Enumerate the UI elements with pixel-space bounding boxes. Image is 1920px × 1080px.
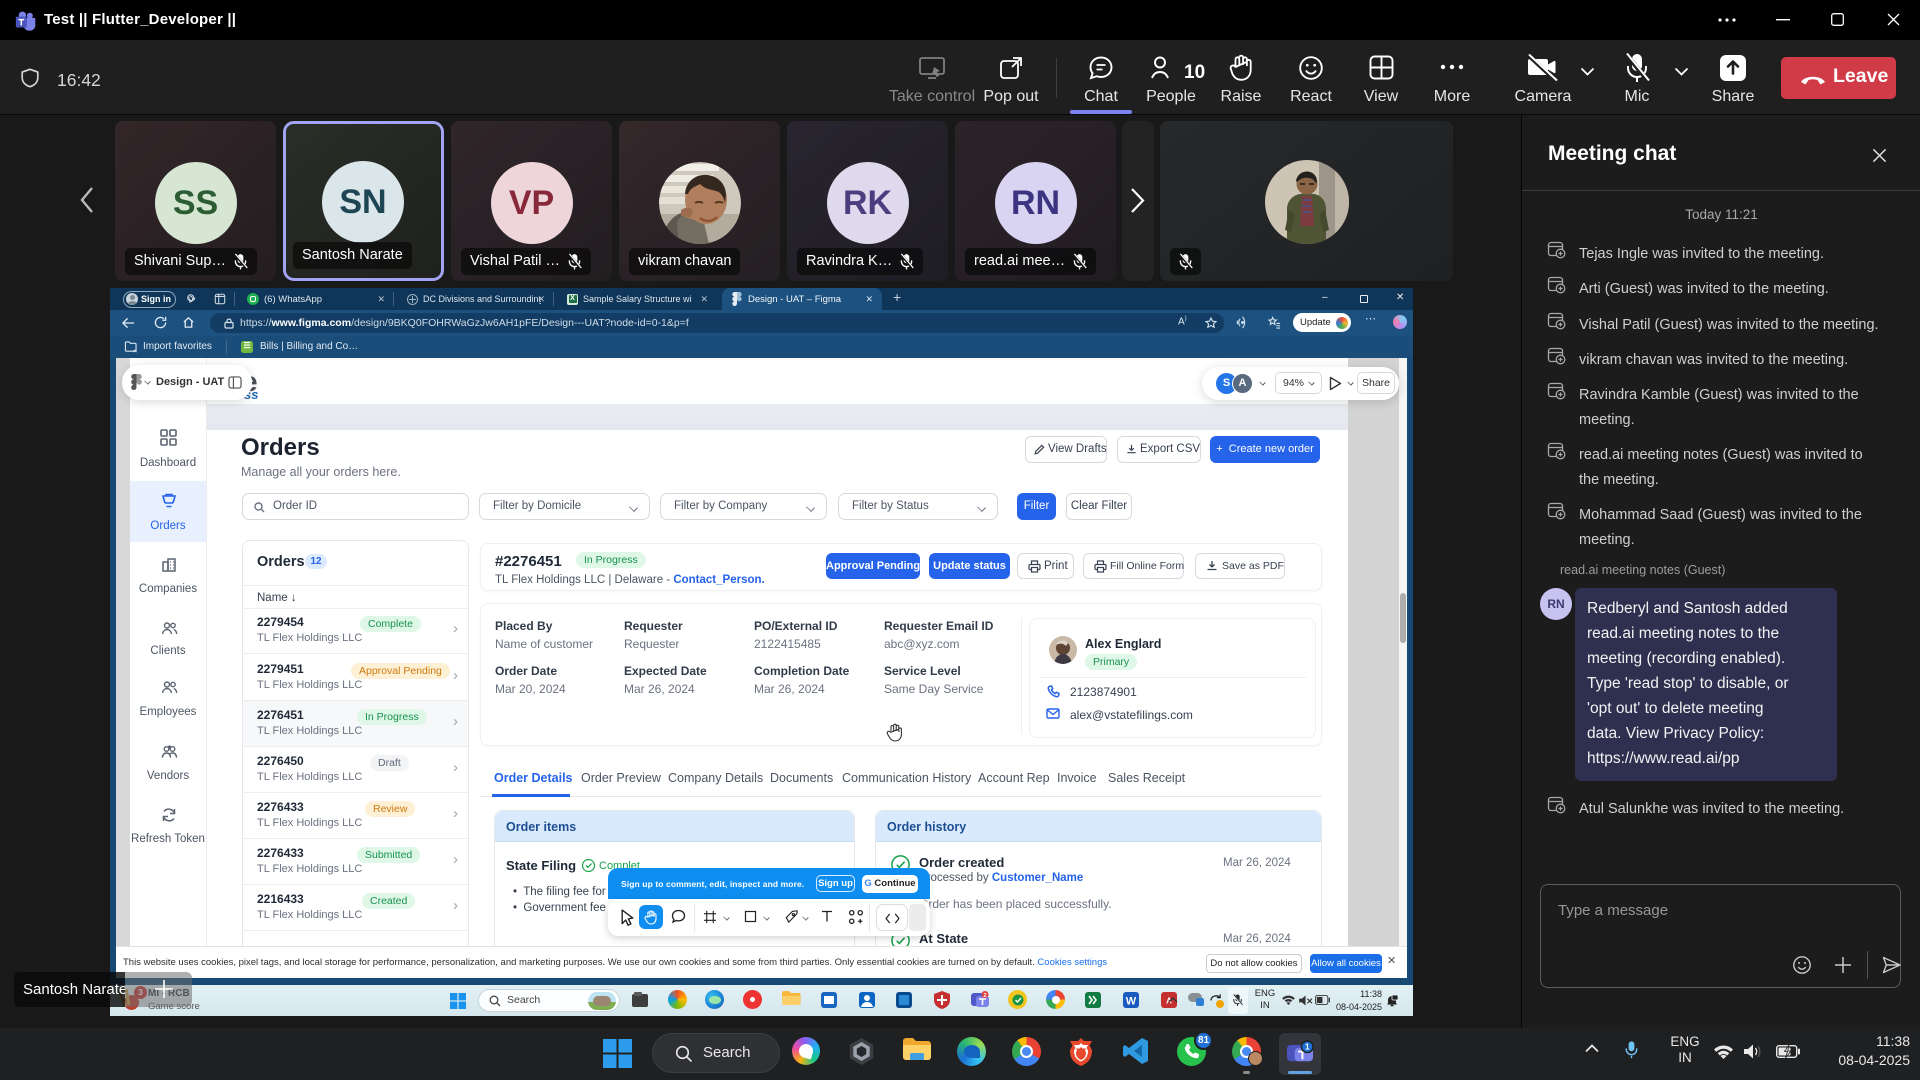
svg-text:1: 1 (1305, 1043, 1310, 1052)
svg-text:2: 2 (983, 993, 986, 999)
svg-text:W: W (1126, 996, 1137, 1008)
